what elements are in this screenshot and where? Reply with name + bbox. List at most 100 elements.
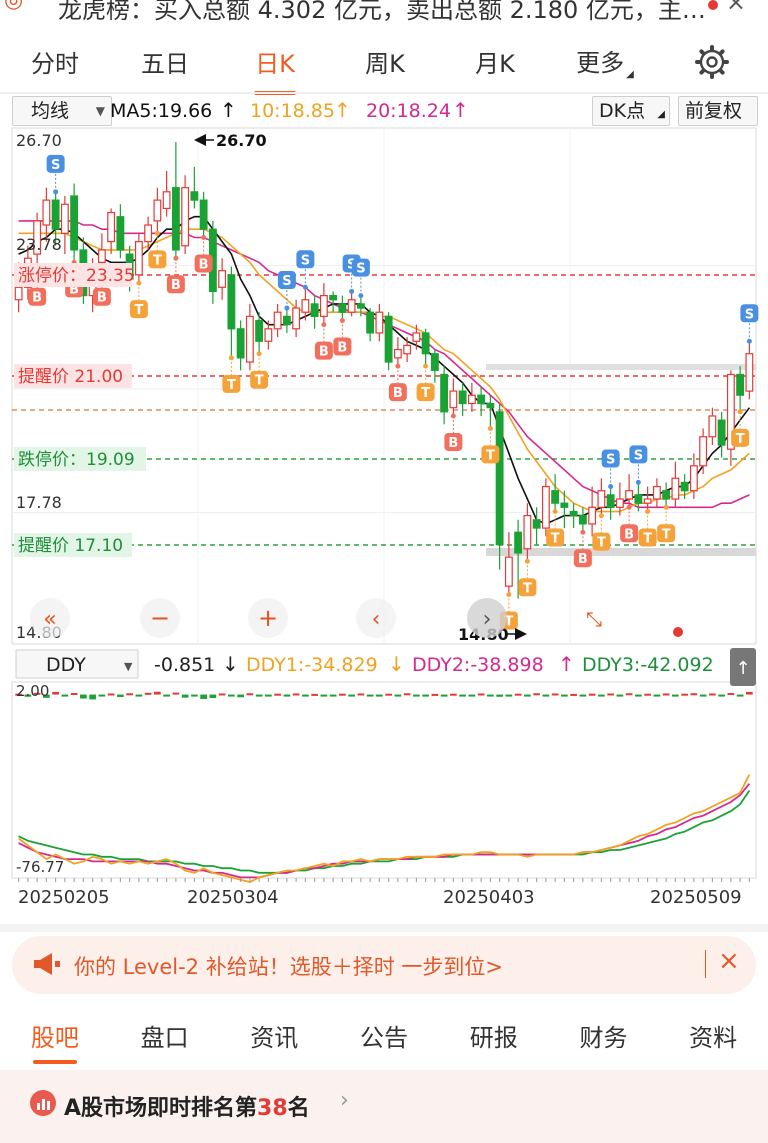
ddy-bar-up <box>431 693 439 696</box>
candle-down <box>495 411 504 546</box>
market-rank-bar[interactable]: A股市场即时排名第38名 › <box>0 1070 768 1143</box>
candle-down <box>70 195 79 251</box>
candle-up <box>412 332 421 342</box>
rank-number: 38 <box>257 1096 288 1121</box>
ddy-bar-down <box>413 694 420 697</box>
tab-financials[interactable]: 财务 <box>549 1010 659 1066</box>
buy-badge-label: B <box>171 278 181 293</box>
tab-label: 月K <box>475 49 515 78</box>
scroll-left-button[interactable]: ‹ <box>356 598 396 638</box>
candle-down <box>486 402 495 409</box>
t-badge-label: T <box>421 386 430 401</box>
ddy-bar-up <box>357 693 365 696</box>
tab-news[interactable]: 资讯 <box>219 1010 329 1066</box>
settings-gear-icon[interactable] <box>690 40 734 84</box>
ddy1-value: DDY1:-34.829 <box>246 654 378 676</box>
ma-select[interactable]: 均线 ▼ <box>12 96 112 126</box>
zoom-out-button[interactable]: − <box>140 598 180 638</box>
ddy-bar-up <box>403 693 411 696</box>
ddy1-line <box>18 774 751 883</box>
tab-more[interactable]: 更多 ◢ <box>550 43 660 80</box>
ddy-y-top: 2.00 <box>16 682 49 700</box>
candle-down <box>458 390 467 405</box>
up-arrow-icon: ↑ <box>558 652 575 676</box>
ddy-bar-up <box>246 693 254 696</box>
ddy-bar-up <box>52 691 59 695</box>
candle-down <box>255 319 264 342</box>
tab-order-book[interactable]: 盘口 <box>110 1010 220 1066</box>
ddy-bar-down <box>237 694 244 698</box>
ddy-bar-up <box>154 691 161 695</box>
candle-down <box>430 353 439 371</box>
candle-up <box>181 187 190 247</box>
scroll-left-fast-button[interactable]: « <box>30 598 70 638</box>
candle-up <box>42 199 51 226</box>
badge-dot <box>663 504 669 510</box>
candle-up <box>689 465 698 492</box>
top-notice-bar[interactable]: ◎ 龙虎榜：买入总额 4.302 亿元，卖出总额 2.180 亿元，主… × <box>0 0 768 26</box>
rank-suffix: 名 <box>287 1096 310 1121</box>
t-badge-label: T <box>662 527 671 542</box>
candle-up <box>97 249 106 263</box>
level2-promo-banner[interactable]: 你的 Level-2 补给站！选股＋择时 一步到位> × <box>12 936 756 994</box>
up-arrow-icon: ↑ <box>735 658 750 679</box>
tab-research[interactable]: 研报 <box>439 1010 549 1066</box>
tab-announcements[interactable]: 公告 <box>329 1010 439 1066</box>
scroll-right-button[interactable]: › <box>467 598 507 638</box>
ddy-bar-up <box>533 693 540 696</box>
tab-day-k[interactable]: 日K <box>220 44 330 95</box>
promo-close-icon[interactable]: × <box>718 946 740 976</box>
up-arrow-icon: ↑ <box>452 98 469 122</box>
ma-legend-row: 均线 ▼ MA5:19.66 ↑ 10:18.85 ↑ 20:18.24 ↑ D… <box>0 92 768 128</box>
ddy-value: -0.851 <box>154 654 215 676</box>
candle-up <box>745 353 754 392</box>
zoom-in-button[interactable]: + <box>248 598 288 638</box>
candle-up <box>153 199 162 222</box>
t-badge-label: T <box>153 253 162 268</box>
tab-week-k[interactable]: 周K <box>330 44 440 79</box>
ddy-bar-down <box>320 694 328 697</box>
sell-badge-label: S <box>282 274 291 289</box>
pressure-band <box>486 364 756 370</box>
ddy-bar-down <box>561 694 568 697</box>
badge-dot <box>358 293 364 299</box>
badge-dot <box>746 338 752 344</box>
candle-up <box>588 506 597 525</box>
badge-dot <box>201 234 207 240</box>
buy-badge-label: B <box>97 291 107 306</box>
sell-badge-label: S <box>745 307 754 322</box>
tab-profile[interactable]: 资料 <box>658 1010 768 1066</box>
tab-minute[interactable]: 分时 <box>0 44 110 79</box>
ddy-bar-down <box>117 694 124 697</box>
candle-up <box>671 477 680 500</box>
t-badge-label: T <box>486 448 495 463</box>
badge-dot <box>284 305 290 311</box>
tab-month-k[interactable]: 月K <box>440 44 550 79</box>
candle-down <box>662 490 671 500</box>
tab-five-day[interactable]: 五日 <box>110 44 220 79</box>
ddy-y-bottom: -76.77 <box>16 858 64 876</box>
dk-point-button[interactable]: DK点 ◢ <box>592 96 670 126</box>
tab-label: 五日 <box>141 49 189 78</box>
top-notice-close-icon[interactable]: × <box>726 0 746 16</box>
kline-chart[interactable]: SBSS S SS SSBBBTTBT TB BB TBTTTTBTB T TT 涨停价：23.… <box>0 126 768 926</box>
ddy-bar-down <box>699 694 707 697</box>
candle-up <box>504 556 513 587</box>
ddy-lines <box>18 774 751 883</box>
candle-down <box>51 199 60 230</box>
dropdown-triangle-icon: ▼ <box>95 104 105 118</box>
adjust-button[interactable]: 前复权 <box>678 96 758 126</box>
candle-up <box>347 299 356 313</box>
candle-down <box>532 519 541 529</box>
fullscreen-button[interactable]: ⤡ <box>586 607 602 631</box>
badge-dot <box>524 558 530 564</box>
badge-dot <box>321 322 327 328</box>
ddy-bar-up <box>172 692 180 695</box>
badge-dot <box>635 479 641 485</box>
ddy-bar-down <box>348 694 355 697</box>
candle-down <box>384 315 393 363</box>
ma5-value: MA5:19.66 <box>110 100 213 122</box>
candle-up <box>597 490 606 508</box>
tab-forum[interactable]: 股吧 <box>0 1010 110 1066</box>
candle-up <box>134 241 143 276</box>
